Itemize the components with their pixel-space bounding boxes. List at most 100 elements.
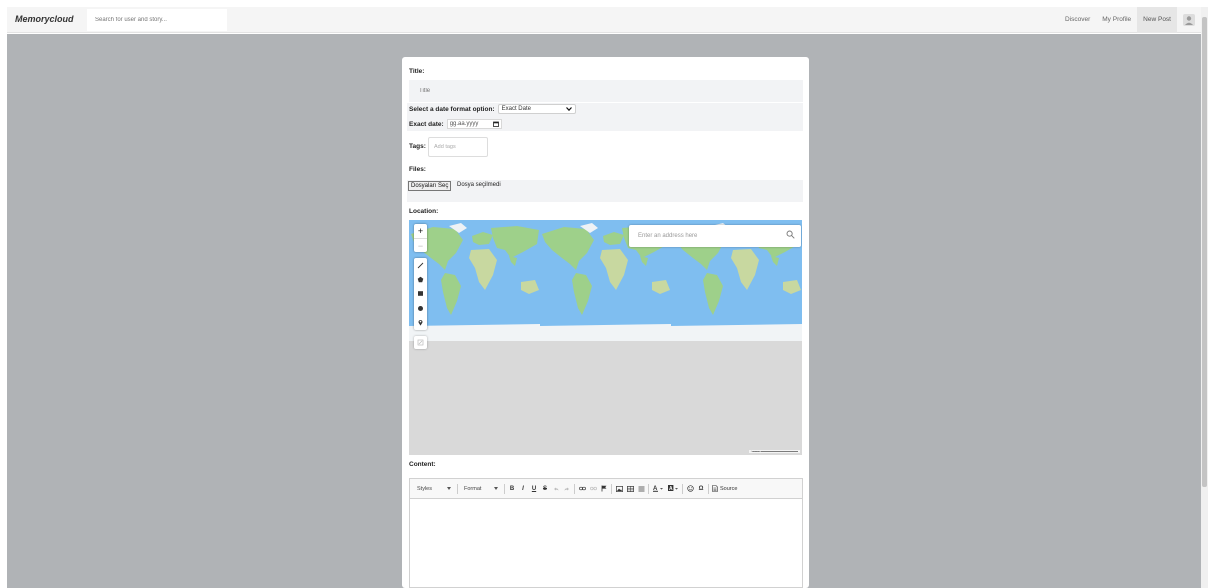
toolbar-separator (682, 483, 683, 494)
styles-dropdown-label: Styles (417, 485, 432, 492)
zoom-in-button[interactable]: + (414, 224, 427, 238)
scrollbar-thumb[interactable] (1202, 17, 1207, 487)
draw-marker-button[interactable] (414, 316, 427, 330)
unlink-button[interactable] (589, 484, 597, 494)
nav-link-new-post[interactable]: New Post (1137, 7, 1177, 33)
avatar-button[interactable] (1177, 7, 1201, 33)
format-dropdown[interactable]: Format (461, 486, 501, 492)
underline-button[interactable]: U (530, 484, 538, 494)
image-button[interactable] (615, 484, 623, 494)
tags-input[interactable]: Add tags (428, 137, 488, 157)
rectangle-icon (418, 291, 423, 297)
exact-date-row: Exact date: gg.aa.yyyy (409, 119, 502, 129)
user-avatar-icon (1183, 14, 1195, 26)
link-icon (578, 486, 586, 491)
draw-polyline-button[interactable] (414, 258, 427, 272)
bold-icon: B (509, 485, 515, 492)
toolbar-separator (648, 483, 649, 494)
files-section: Dosyaları Seç Dosya seçilmedi (407, 180, 803, 202)
image-icon (615, 485, 623, 492)
search-input[interactable] (87, 9, 227, 31)
title-input[interactable] (409, 80, 803, 102)
redo-button[interactable] (563, 484, 571, 494)
nav-link-discover[interactable]: Discover (1059, 7, 1096, 33)
flag-icon (601, 485, 607, 492)
svg-text:A: A (669, 486, 673, 492)
zoom-out-button[interactable]: − (414, 238, 427, 252)
format-dropdown-label: Format (464, 485, 482, 492)
polyline-icon (417, 262, 424, 269)
italic-icon: I (522, 485, 524, 492)
edit-icon (417, 339, 424, 346)
tags-label: Tags: (409, 143, 426, 150)
edit-layers-button[interactable] (414, 336, 427, 349)
title-label: Title: (409, 68, 425, 75)
anchor-button[interactable] (600, 484, 608, 494)
background-color-icon: A (667, 485, 678, 492)
unlink-icon (589, 486, 597, 491)
nav-links: Discover My Profile New Post (1059, 7, 1201, 33)
map-marker-icon (418, 320, 423, 326)
chevron-down-icon (447, 487, 451, 490)
map-search-placeholder: Enter an address here (638, 233, 698, 239)
horizontal-rule-button[interactable] (637, 484, 645, 494)
table-button[interactable] (626, 484, 634, 494)
circle-icon (418, 305, 423, 311)
italic-button[interactable]: I (519, 484, 527, 494)
draw-circle-button[interactable] (414, 301, 427, 315)
chevron-down-icon (494, 487, 498, 490)
date-format-selected: Exact Date (501, 106, 531, 112)
source-button[interactable]: Source (712, 485, 737, 492)
search-icon[interactable] (786, 230, 795, 239)
exact-date-placeholder: gg.aa.yyyy (449, 121, 479, 127)
exact-date-input[interactable]: gg.aa.yyyy (446, 119, 502, 129)
redo-icon (564, 487, 569, 491)
date-format-label: Select a date format option: (409, 105, 495, 113)
date-format-select[interactable]: Exact Date (497, 104, 576, 114)
calendar-icon[interactable] (492, 121, 499, 127)
page-scrollbar[interactable] (1201, 7, 1208, 588)
styles-dropdown[interactable]: Styles (414, 486, 454, 492)
map-address-search[interactable]: Enter an address here (629, 225, 801, 247)
strikethrough-button[interactable]: S (541, 484, 549, 494)
toolbar-separator (611, 483, 612, 494)
smiley-icon (686, 485, 694, 492)
map-attribution: • ▬▬▬ ▬▬▬▬▬▬▬▬▬▬▬▬▬▬▬ (748, 450, 800, 453)
editor-content-area[interactable] (410, 499, 802, 587)
horizontal-rule-icon (638, 486, 644, 491)
draw-rectangle-button[interactable] (414, 287, 427, 301)
nav-link-my-profile[interactable]: My Profile (1096, 7, 1137, 33)
link-button[interactable] (578, 484, 586, 494)
location-label: Location: (409, 208, 439, 215)
underline-icon: U (531, 485, 537, 492)
undo-button[interactable] (552, 484, 560, 494)
background-color-button[interactable]: A (667, 484, 679, 494)
location-map[interactable]: Enter an address here + − • ▬▬▬ ▬▬▬▬▬▬▬▬… (409, 220, 802, 455)
chevron-down-icon (565, 107, 572, 111)
window-top-edge (0, 0, 1208, 7)
special-character-button[interactable]: Ω (697, 484, 705, 494)
draw-polygon-button[interactable] (414, 272, 427, 286)
date-format-row: Select a date format option: Exact Date (409, 104, 576, 114)
polygon-icon (417, 276, 424, 283)
strikethrough-icon: S (542, 485, 547, 492)
toolbar-separator (457, 483, 458, 494)
exact-date-label: Exact date: (409, 120, 444, 128)
bold-button[interactable]: B (508, 484, 516, 494)
toolbar-separator (708, 483, 709, 494)
text-color-button[interactable]: A (652, 484, 664, 494)
navbar: Memorycloud Discover My Profile New Post (7, 7, 1201, 33)
omega-icon: Ω (698, 485, 704, 492)
editor-toolbar: Styles Format B I U S A A Ω Source (410, 479, 802, 499)
emoji-button[interactable] (686, 484, 694, 494)
content-label: Content: (409, 461, 436, 468)
choose-files-button[interactable]: Dosyaları Seç (408, 181, 452, 191)
file-status-text: Dosya seçilmedi (457, 182, 501, 188)
source-button-label: Source (720, 485, 738, 492)
zoom-control: + − (414, 224, 427, 252)
undo-icon (554, 487, 559, 491)
toolbar-separator (504, 483, 505, 494)
new-post-form: Title: Select a date format option: Exac… (402, 57, 809, 588)
brand-logo[interactable]: Memorycloud (15, 14, 74, 24)
files-label: Files: (409, 166, 426, 173)
